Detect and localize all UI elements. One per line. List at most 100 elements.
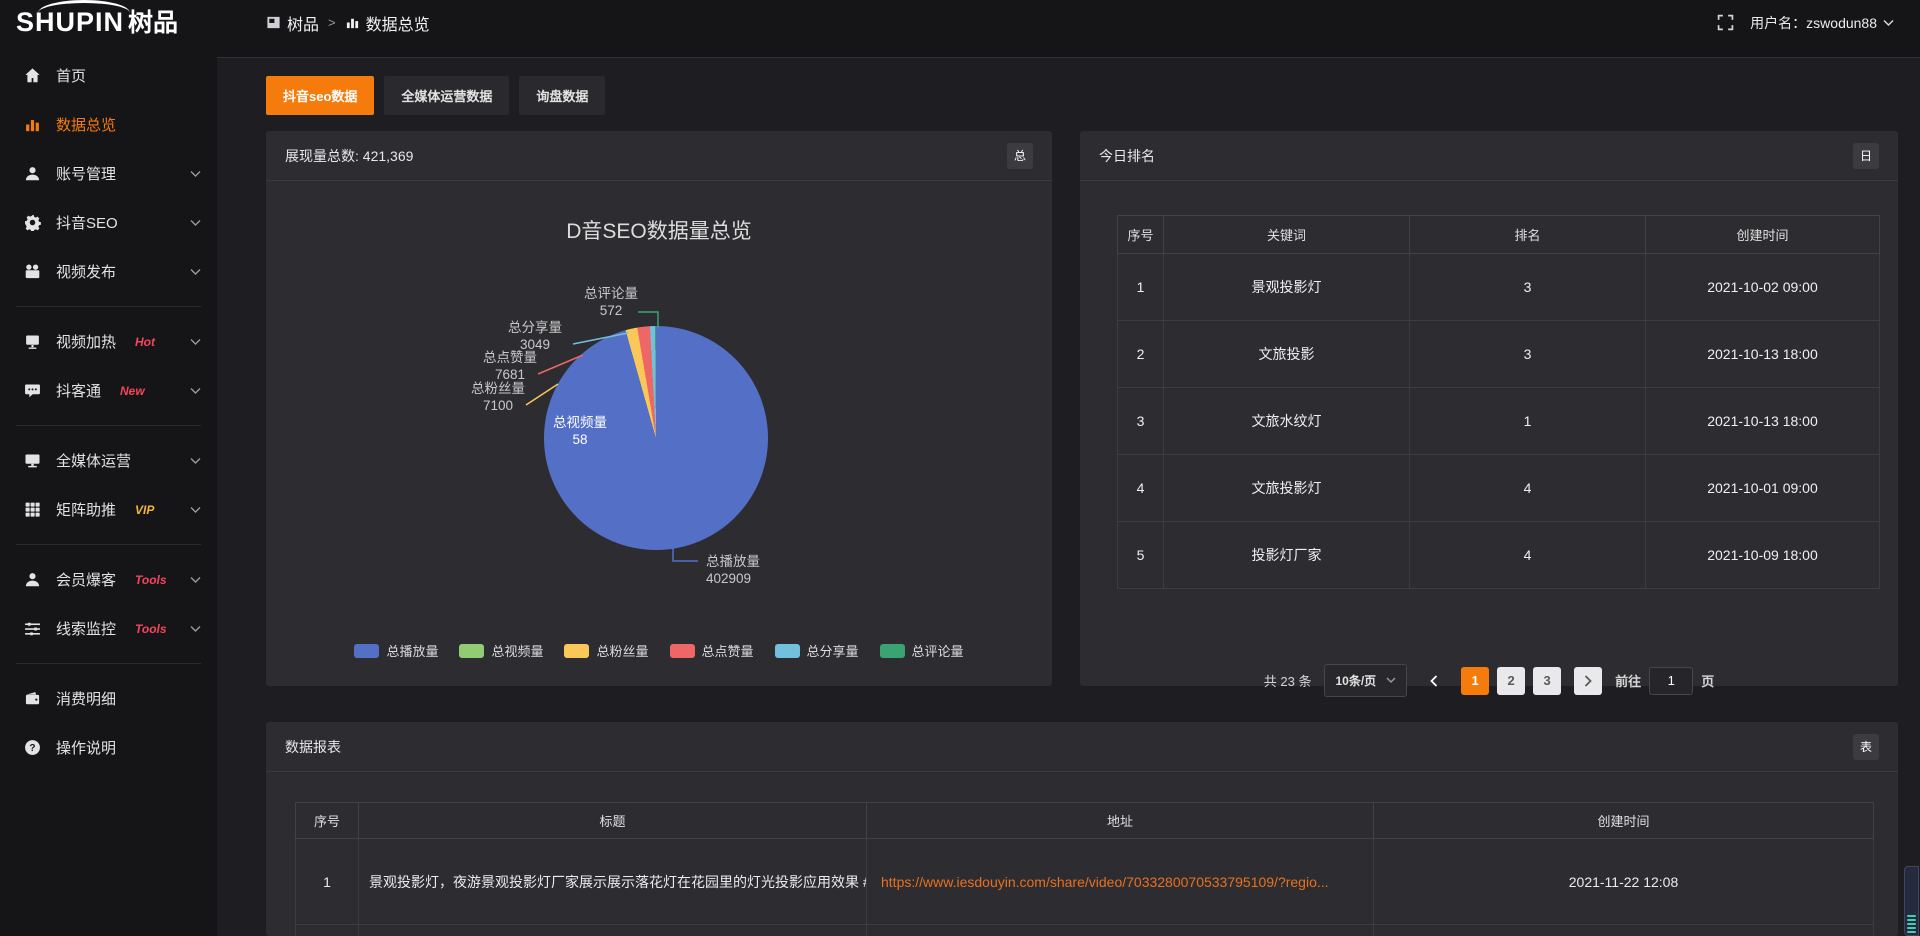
ranking-panel: 今日排名 日 序号关键词排名创建时间 1景观投影灯32021-10-02 09:… [1080, 131, 1898, 686]
pie-legend: 总播放量 总视频量 总粉丝量 总点赞量 总分享量 总评论量 [266, 641, 1052, 660]
legend-swatch [670, 644, 695, 658]
sidebar-item-tag: Hot [135, 335, 155, 349]
user-icon [24, 571, 41, 588]
ranking-panel-body: 序号关键词排名创建时间 1景观投影灯32021-10-02 09:002文旅投影… [1080, 215, 1898, 719]
overview-panel-header: 展现量总数: 421,369 总 [266, 131, 1052, 181]
legend-item-总粉丝量[interactable]: 总粉丝量 [564, 641, 648, 660]
table-cell: 5 [1118, 522, 1164, 589]
pagination: 共 23 条 10条/页 123 前往 页 [1080, 664, 1898, 697]
breadcrumb-root[interactable]: 树品 [266, 11, 319, 35]
legend-swatch [880, 644, 905, 658]
breadcrumb-separator: > [328, 15, 336, 30]
floating-service-widget[interactable] [1904, 866, 1919, 936]
ranking-table: 序号关键词排名创建时间 1景观投影灯32021-10-02 09:002文旅投影… [1117, 215, 1880, 589]
sidebar-item-tag: New [120, 384, 145, 398]
chevron-down-icon [190, 338, 201, 346]
pie-label-plays: 总播放量402909 [706, 553, 826, 587]
table-cell: 2021-10-13 18:00 [1646, 321, 1880, 388]
sidebar-item-home-首页[interactable]: 首页 [0, 51, 217, 100]
table-cell: 3 [1410, 254, 1646, 321]
topbar-right: 用户名：zswodun88 [1717, 13, 1920, 33]
table-row: 1景观投影灯，夜游景观投影灯厂家展示展示落花灯在花园里的灯光投影应用效果 #ht… [296, 839, 1874, 925]
fullscreen-icon[interactable] [1717, 14, 1734, 31]
goto-page-input[interactable] [1649, 667, 1693, 695]
day-badge-button[interactable]: 日 [1853, 143, 1879, 169]
sidebar-item-video-camera-视频发布[interactable]: 视频发布 [0, 247, 217, 296]
sidebar-item-gear-抖音SEO[interactable]: 抖音SEO [0, 198, 217, 247]
tab-询盘数据[interactable]: 询盘数据 [519, 76, 605, 115]
legend-item-总播放量[interactable]: 总播放量 [354, 641, 438, 660]
created-cell: 2021-11-22 12:08 [1374, 839, 1874, 925]
table-cell: 2 [1118, 321, 1164, 388]
sidebar-item-label: 线索监控 [56, 618, 116, 639]
table-cell: 1 [1118, 254, 1164, 321]
table-cell: 4 [1410, 455, 1646, 522]
bar-chart-icon [345, 15, 360, 30]
sidebar-item-bar-chart-数据总览[interactable]: 数据总览 [0, 100, 217, 149]
next-page-button[interactable] [1574, 667, 1602, 695]
chevron-down-icon [190, 625, 201, 633]
table-row-partial [296, 925, 1874, 936]
breadcrumb-current[interactable]: 数据总览 [345, 11, 430, 35]
column-header: 关键词 [1164, 216, 1410, 254]
column-header: 地址 [867, 803, 1374, 839]
tab-全媒体运营数据[interactable]: 全媒体运营数据 [384, 76, 509, 115]
table-cell: 文旅投影 [1164, 321, 1410, 388]
legend-item-总评论量[interactable]: 总评论量 [880, 641, 964, 660]
sidebar-item-label: 矩阵助推 [56, 499, 116, 520]
sidebar-divider [16, 306, 201, 307]
legend-label: 总评论量 [912, 641, 964, 660]
chevron-down-icon [190, 170, 201, 178]
chat-icon [24, 382, 41, 399]
sidebar-item-user-会员爆客[interactable]: 会员爆客 Tools [0, 555, 217, 604]
report-table-header: 序号标题地址创建时间 [296, 803, 1874, 839]
page-button-1[interactable]: 1 [1461, 667, 1489, 695]
user-menu[interactable]: 用户名：zswodun88 [1750, 13, 1894, 33]
sidebar-item-monitor-全媒体运营[interactable]: 全媒体运营 [0, 436, 217, 485]
column-header: 创建时间 [1374, 803, 1874, 839]
sidebar-item-label: 视频加热 [56, 331, 116, 352]
table-cell: 投影灯厂家 [1164, 522, 1410, 589]
pie-label-fans: 总粉丝量7100 [443, 380, 553, 414]
data-tabs: 抖音seo数据全媒体运营数据询盘数据 [266, 76, 605, 115]
table-cell: 2021-10-02 09:00 [1646, 254, 1880, 321]
wallet-icon [24, 690, 41, 707]
legend-item-总点赞量[interactable]: 总点赞量 [670, 641, 754, 660]
chevron-down-icon [190, 457, 201, 465]
table-cell: 4 [1410, 522, 1646, 589]
table-badge-button[interactable]: 表 [1853, 734, 1879, 760]
topbar: SHUPIN 树品 树品 > 数据总览 用户名：zswodun88 [0, 0, 1920, 45]
legend-item-总分享量[interactable]: 总分享量 [775, 641, 859, 660]
sidebar-item-grid-矩阵助推[interactable]: 矩阵助推 VIP [0, 485, 217, 534]
sidebar-item-screen-play-视频加热[interactable]: 视频加热 Hot [0, 317, 217, 366]
tab-抖音seo数据[interactable]: 抖音seo数据 [266, 76, 374, 115]
report-panel-body: 序号标题地址创建时间 1景观投影灯，夜游景观投影灯厂家展示展示落花灯在花园里的灯… [266, 802, 1898, 936]
sidebar-item-tag: VIP [135, 503, 154, 517]
sidebar-item-chat-抖客通[interactable]: 抖客通New [0, 366, 217, 415]
overview-panel-title: 展现量总数: 421,369 [285, 146, 413, 166]
sidebar-item-label: 消费明细 [56, 688, 116, 709]
app-logo[interactable]: SHUPIN 树品 [0, 9, 217, 36]
sidebar-item-wallet-消费明细[interactable]: 消费明细 [0, 674, 217, 723]
sidebar-item-sliders-线索监控[interactable]: 线索监控Tools [0, 604, 217, 653]
sidebar-item-label: 会员爆客 [56, 569, 116, 590]
sidebar-divider [16, 663, 201, 664]
sidebar-item-tag: Tools [135, 573, 167, 587]
table-cell: 3 [1410, 321, 1646, 388]
video-link[interactable]: https://www.iesdouyin.com/share/video/70… [881, 874, 1329, 890]
page-button-2[interactable]: 2 [1497, 667, 1525, 695]
sidebar-item-question-操作说明[interactable]: ?操作说明 [0, 723, 217, 772]
legend-item-总视频量[interactable]: 总视频量 [459, 641, 543, 660]
column-header: 序号 [1118, 216, 1164, 254]
total-badge-button[interactable]: 总 [1007, 143, 1033, 169]
title-cell: 景观投影灯，夜游景观投影灯厂家展示展示落花灯在花园里的灯光投影应用效果 # [359, 839, 867, 925]
sidebar-item-user-账号管理[interactable]: 账号管理 [0, 149, 217, 198]
sidebar-item-label: 首页 [56, 65, 86, 86]
page-button-3[interactable]: 3 [1533, 667, 1561, 695]
overview-panel-body: D音SEO数据量总览 总评论量572 总分享量3049 总点赞量7681 总粉丝… [266, 181, 1052, 685]
pie-label-shares: 总分享量3049 [480, 319, 590, 353]
prev-page-button[interactable] [1420, 667, 1448, 695]
goto-page: 前往 页 [1615, 667, 1714, 695]
legend-swatch [354, 644, 379, 658]
page-size-select[interactable]: 10条/页 [1324, 664, 1407, 697]
